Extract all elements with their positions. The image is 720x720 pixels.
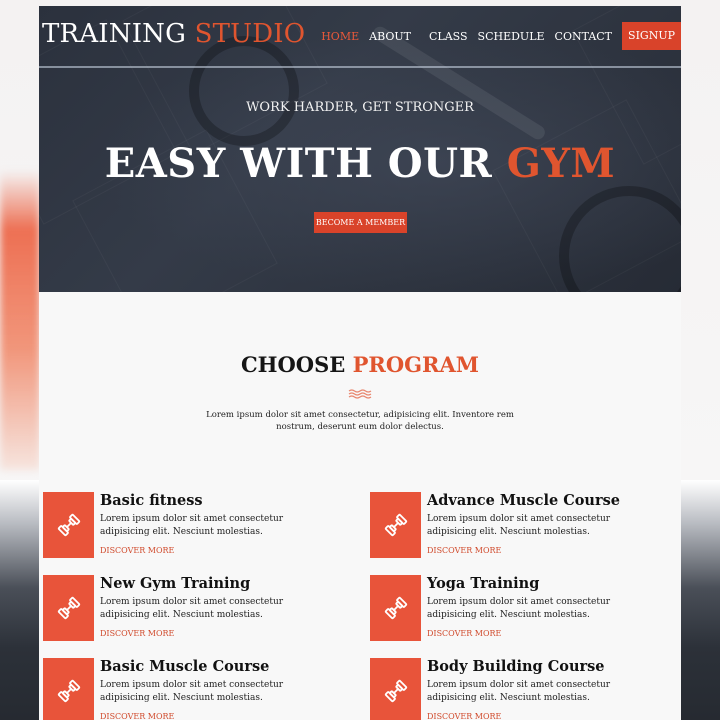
dumbbell-icon	[43, 658, 94, 720]
program-card: Basic fitness Lorem ipsum dolor sit amet …	[39, 492, 339, 568]
hero-title-accent: GYM	[506, 140, 616, 187]
nav-home[interactable]: HOME	[321, 30, 359, 43]
section-title: CHOOSE PROGRAM	[39, 352, 681, 377]
nav-schedule[interactable]: SCHEDULE	[478, 30, 545, 43]
program-title: Basic fitness	[100, 492, 203, 509]
brand-accent: STUDIO	[194, 19, 306, 49]
wave-divider-icon	[348, 389, 372, 399]
nav-contact[interactable]: CONTACT	[555, 30, 613, 43]
discover-more-link[interactable]: DISCOVER MORE	[100, 629, 174, 638]
brand-logo[interactable]: TRAINING STUDIO	[42, 19, 305, 49]
program-description: Lorem ipsum dolor sit amet consectetur a…	[427, 514, 611, 537]
become-member-button[interactable]: BECOME A MEMBER	[314, 212, 407, 233]
program-card: Body Building Course Lorem ipsum dolor si…	[366, 658, 666, 720]
dumbbell-icon	[370, 492, 421, 558]
dumbbell-icon	[370, 575, 421, 641]
discover-more-link[interactable]: DISCOVER MORE	[427, 546, 501, 555]
program-card: Yoga Training Lorem ipsum dolor sit amet …	[366, 575, 666, 651]
nav-class[interactable]: CLASS	[429, 30, 468, 43]
program-card: Basic Muscle Course Lorem ipsum dolor sit…	[39, 658, 339, 720]
section-description: Lorem ipsum dolor sit amet consectetur, …	[206, 410, 514, 432]
top-navbar: TRAINING STUDIO HOME ABOUT CLASS SCHEDUL…	[39, 6, 681, 68]
discover-more-link[interactable]: DISCOVER MORE	[427, 629, 501, 638]
hero-title-main: EASY WITH OUR	[104, 140, 493, 187]
dumbbell-icon	[43, 575, 94, 641]
web-page: TRAINING STUDIO HOME ABOUT CLASS SCHEDUL…	[39, 6, 681, 720]
program-card: New Gym Training Lorem ipsum dolor sit am…	[39, 575, 339, 651]
nav-about[interactable]: ABOUT	[369, 30, 411, 43]
section-title-accent: PROGRAM	[352, 352, 480, 377]
program-title: Body Building Course	[427, 658, 605, 675]
dumbbell-icon	[370, 658, 421, 720]
program-description: Lorem ipsum dolor sit amet consectetur a…	[427, 597, 611, 620]
program-title: Yoga Training	[427, 575, 540, 592]
signup-button[interactable]: SIGNUP	[622, 22, 681, 50]
discover-more-link[interactable]: DISCOVER MORE	[100, 546, 174, 555]
dumbbell-icon	[43, 492, 94, 558]
program-card: Advance Muscle Course Lorem ipsum dolor s…	[366, 492, 666, 568]
program-description: Lorem ipsum dolor sit amet consectetur a…	[100, 680, 284, 703]
program-title: Advance Muscle Course	[427, 492, 621, 509]
brand-name: TRAINING	[42, 19, 187, 49]
hero-section: TRAINING STUDIO HOME ABOUT CLASS SCHEDUL…	[39, 6, 681, 292]
program-title: Basic Muscle Course	[100, 658, 270, 675]
program-description: Lorem ipsum dolor sit amet consectetur a…	[427, 680, 611, 703]
nav-links: HOME ABOUT CLASS SCHEDULE CONTACT SIGNUP	[311, 22, 681, 50]
program-description: Lorem ipsum dolor sit amet consectetur a…	[100, 514, 284, 537]
section-title-main: CHOOSE	[240, 352, 346, 377]
hero-title: EASY WITH OUR GYM	[39, 140, 681, 187]
backdrop-left-glow	[0, 170, 40, 470]
program-title: New Gym Training	[100, 575, 251, 592]
program-description: Lorem ipsum dolor sit amet consectetur a…	[100, 597, 284, 620]
hero-subtitle: WORK HARDER, GET STRONGER	[246, 100, 474, 115]
discover-more-link[interactable]: DISCOVER MORE	[100, 712, 174, 720]
discover-more-link[interactable]: DISCOVER MORE	[427, 712, 501, 720]
